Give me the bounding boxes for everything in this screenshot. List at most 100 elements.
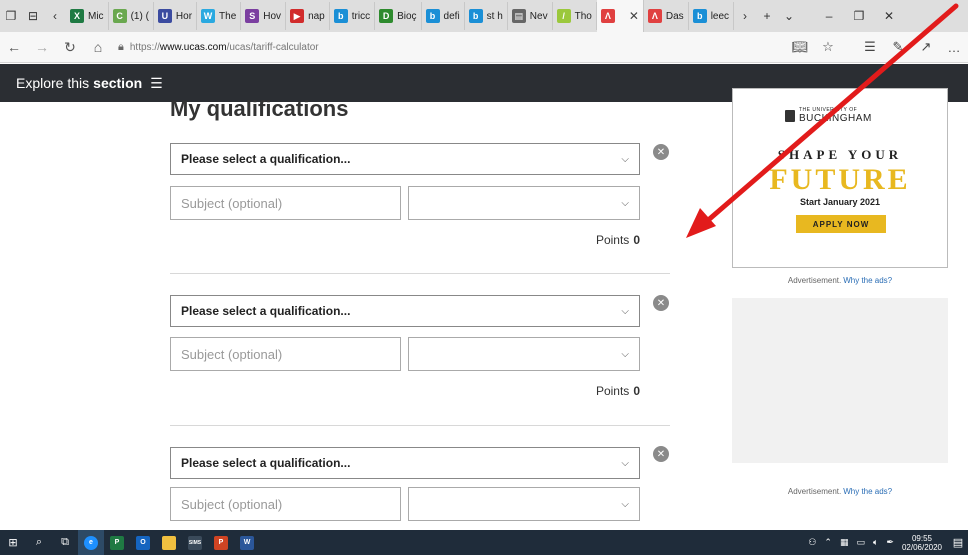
sims-app-icon[interactable]: SIMS — [182, 530, 208, 555]
share-icon[interactable]: ↗ — [912, 39, 940, 55]
outlook-app-icon[interactable]: O — [130, 530, 156, 555]
task-view-icon[interactable]: ⧉ — [52, 530, 78, 555]
volume-icon[interactable]: 🔈︎ — [873, 537, 878, 548]
pen-workspace-icon[interactable]: ✒︎ — [886, 537, 894, 548]
page-title: My qualifications — [170, 96, 349, 121]
browser-tab-3[interactable]: U Hor — [154, 2, 198, 30]
qualification-select-1[interactable]: Please select a qualification... ⌵ — [170, 143, 640, 175]
sims-icon: SIMS — [188, 535, 202, 550]
home-icon[interactable]: ⌂ — [84, 32, 112, 63]
browser-tab-11[interactable]: ▤ Nev — [508, 2, 553, 30]
tab-label: (1) ( — [130, 10, 149, 22]
minimize-icon[interactable]: – — [814, 0, 844, 32]
row-divider — [170, 273, 670, 274]
folder-icon — [162, 535, 176, 550]
browser-tab-14[interactable]: Λ Das — [644, 2, 689, 30]
browser-tab-1[interactable]: X Mic — [66, 2, 109, 30]
list-menu-icon[interactable]: ☰ — [150, 75, 163, 92]
browser-tab-4[interactable]: W The — [197, 2, 242, 30]
url-field[interactable]: 🔒︎ https://www.ucas.com/ucas/tariff-calc… — [118, 35, 786, 59]
search-icon[interactable]: ⌕ — [26, 530, 52, 555]
favorite-star-icon[interactable]: ☆ — [814, 39, 842, 55]
subject-input-3[interactable]: Subject (optional) — [170, 487, 401, 521]
browser-tab-7[interactable]: b tricc — [330, 2, 376, 30]
explore-label: Explore this — [16, 75, 90, 91]
url-path: /ucas/tariff-calculator — [226, 41, 319, 53]
tab-label: Bioç — [397, 10, 417, 22]
tab-label: Hov — [263, 10, 282, 22]
close-tab-icon[interactable]: ✕ — [629, 9, 639, 23]
apply-now-button[interactable]: APPLY NOW — [796, 215, 886, 233]
browser-tab-9[interactable]: b defi — [422, 2, 465, 30]
qualification-select-3[interactable]: Please select a qualification... ⌵ — [170, 447, 640, 479]
reading-view-icon[interactable]: 📖︎ — [786, 39, 814, 55]
why-the-ads-link[interactable]: Why the ads? — [843, 276, 892, 285]
clock-date: 02/06/2020 — [901, 542, 942, 552]
back-icon[interactable]: ← — [0, 32, 28, 63]
advertisement-banner[interactable]: THE UNIVERSITY OF BUCKINGHAM SHAPE YOUR … — [732, 88, 948, 268]
new-tab-icon[interactable]: + — [756, 0, 778, 32]
tray-expand-icon[interactable]: ⌃ — [824, 537, 832, 548]
remove-qualification-3-icon[interactable]: ✕ — [653, 446, 669, 462]
powerpoint-icon: P — [214, 535, 228, 550]
notification-icon[interactable]: ▤ — [948, 536, 968, 549]
file-explorer-icon[interactable] — [156, 530, 182, 555]
tab-actions-icon[interactable]: ❐ — [0, 0, 22, 32]
tab-favicon-icon: / — [556, 9, 571, 23]
grade-select-1[interactable]: ⌵ — [408, 186, 640, 220]
edge-app-icon[interactable]: e — [78, 530, 104, 555]
tab-label: tricc — [351, 10, 371, 22]
close-window-icon[interactable]: ✕ — [874, 0, 904, 32]
points-value: 0 — [633, 384, 640, 398]
qualification-select-text: Please select a qualification... — [181, 152, 351, 166]
browser-tab-15[interactable]: b leec — [689, 2, 735, 30]
tab-favicon-icon: ▤ — [511, 9, 526, 23]
browser-tab-12[interactable]: / Tho — [553, 2, 597, 30]
subject-input-1[interactable]: Subject (optional) — [170, 186, 401, 220]
arrow-head — [686, 208, 716, 238]
scroll-tabs-right-icon[interactable]: › — [734, 0, 756, 32]
browser-tab-6[interactable]: ▶ nap — [286, 2, 330, 30]
browser-tab-8[interactable]: D Bioç — [375, 2, 422, 30]
tab-favicon-icon: b — [425, 9, 440, 23]
qualification-select-2[interactable]: Please select a qualification... ⌵ — [170, 295, 640, 327]
grade-select-3[interactable]: ⌵ — [408, 487, 640, 521]
qualification-select-text: Please select a qualification... — [181, 304, 351, 318]
forward-icon[interactable]: → — [28, 32, 56, 63]
tab-favicon-icon: C — [112, 9, 127, 23]
tab-favicon-icon: X — [70, 9, 84, 23]
browser-tab-13[interactable]: Λ ✕ — [596, 0, 644, 32]
set-aside-tabs-icon[interactable]: ⊟ — [22, 0, 44, 32]
more-icon[interactable]: … — [940, 40, 968, 55]
lock-icon: 🔒︎ — [118, 40, 124, 53]
tab-list: X Mic C (1) (U Hor W The S Hov ▶ nap b tricc D Bioç b de… — [66, 0, 735, 32]
clock[interactable]: 09:55 02/06/2020 — [902, 534, 942, 552]
browser-tab-10[interactable]: b st h — [465, 2, 508, 30]
remove-qualification-2-icon[interactable]: ✕ — [653, 295, 669, 311]
tab-label: nap — [308, 10, 325, 22]
advertisement-placeholder — [732, 298, 948, 463]
publisher-app-icon[interactable]: P — [104, 530, 130, 555]
tab-list-dropdown-icon[interactable]: ⌄ — [778, 0, 800, 32]
refresh-icon[interactable]: ↻ — [56, 32, 84, 63]
tab-label: Das — [665, 10, 684, 22]
logo-main-text: BUCKINGHAM — [799, 113, 872, 124]
outlook-icon: O — [136, 535, 150, 550]
network-icon[interactable]: ▦ — [840, 537, 849, 548]
windows-start-icon[interactable]: ⊞ — [0, 530, 26, 555]
browser-tab-5[interactable]: S Hov — [241, 2, 287, 30]
maximize-icon[interactable]: ❐ — [844, 0, 874, 32]
grade-select-2[interactable]: ⌵ — [408, 337, 640, 371]
powerpoint-app-icon[interactable]: P — [208, 530, 234, 555]
subject-input-2[interactable]: Subject (optional) — [170, 337, 401, 371]
word-app-icon[interactable]: W — [234, 530, 260, 555]
pen-icon[interactable]: ✎ — [884, 39, 912, 55]
people-icon[interactable]: ⚇ — [808, 537, 816, 548]
why-the-ads-link[interactable]: Why the ads? — [843, 487, 892, 496]
remove-qualification-1-icon[interactable]: ✕ — [653, 144, 669, 160]
scroll-tabs-left-icon[interactable]: ‹ — [44, 0, 66, 32]
tab-favicon-icon: ▶ — [290, 9, 305, 23]
favorites-list-icon[interactable]: ☰ — [856, 39, 884, 55]
browser-tab-2[interactable]: C (1) ( — [109, 2, 154, 30]
battery-icon[interactable]: ▭ — [856, 537, 865, 548]
